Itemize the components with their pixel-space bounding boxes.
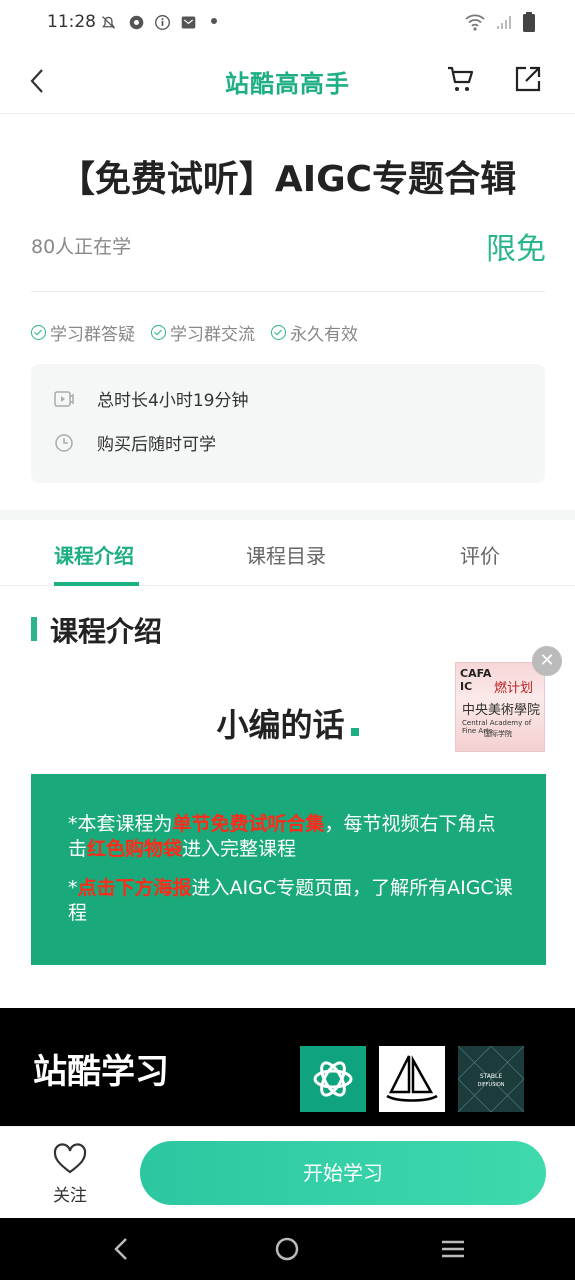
status-time: 11:28: [47, 12, 96, 32]
badge-fire-plan: 燃计划: [494, 681, 534, 696]
tab-reviews[interactable]: 评价: [460, 540, 500, 569]
banner-title: 站酷学习: [33, 1052, 169, 1092]
share-icon[interactable]: [513, 64, 543, 94]
check-circle-icon: [271, 325, 286, 340]
section-title: 课程介绍: [50, 615, 163, 648]
notification-off-icon: [102, 16, 115, 29]
openai-logo-icon: [300, 1046, 366, 1112]
cart-icon[interactable]: [446, 64, 476, 94]
feature-label: 永久有效: [290, 325, 358, 345]
app-circle-icon: [129, 15, 144, 30]
battery-icon: [523, 12, 535, 32]
feature-list: 学习群答疑 学习群交流 永久有效: [31, 320, 358, 345]
green-dot: [350, 728, 359, 736]
signal-icon: [497, 16, 511, 29]
nav-home-icon[interactable]: [272, 1234, 302, 1264]
stable-diffusion-logo-icon: STABLE DIFFUSION: [457, 1045, 525, 1113]
brand-title: 站酷高高手: [225, 70, 350, 98]
editor-heading-text: 小编的话: [216, 706, 345, 744]
feature-item: 学习群交流: [151, 320, 255, 345]
info-icon: [155, 15, 170, 30]
status-bar: 11:28: [0, 0, 575, 48]
section-gap: [0, 510, 575, 520]
badge-school: 中央美術學院: [462, 703, 541, 718]
app-header: 站酷高高手: [0, 48, 575, 114]
tab-bar: 课程介绍 课程目录 评价: [0, 520, 575, 586]
system-nav-bar: [0, 1218, 575, 1280]
follow-button[interactable]: 关注: [45, 1143, 95, 1206]
duration-row: 总时长4小时19分钟: [53, 386, 248, 411]
access-row: 购买后随时可学: [53, 430, 216, 455]
price-tag: 限免: [486, 232, 546, 267]
status-right: [465, 12, 535, 32]
nav-recents-icon[interactable]: [438, 1234, 468, 1264]
learner-count: 80人正在学: [31, 236, 132, 258]
midjourney-logo-icon: [379, 1046, 445, 1112]
svg-text:DIFFUSION: DIFFUSION: [477, 1082, 504, 1088]
check-circle-icon: [31, 325, 46, 340]
cafa-badge[interactable]: CAFA IC 燃计划 中央美術學院 Central Academy of Fin…: [455, 662, 545, 752]
notice-box: *本套课程为单节免费试听合集，每节视频右下角点击红色购物袋进入完整课程 *点击下…: [31, 774, 546, 965]
notice-paragraph-1: *本套课程为单节免费试听合集，每节视频右下角点击红色购物袋进入完整课程: [68, 813, 496, 860]
dot-icon: [211, 18, 217, 24]
duration-text: 总时长4小时19分钟: [97, 391, 249, 411]
divider: [31, 291, 545, 292]
close-badge-button[interactable]: ✕: [532, 646, 562, 676]
tab-indicator: [54, 582, 139, 586]
follow-label: 关注: [53, 1186, 87, 1206]
badge-intl: 国际学院: [484, 730, 512, 738]
mail-icon: [181, 16, 196, 29]
feature-label: 学习群交流: [170, 325, 255, 345]
nav-back-icon[interactable]: [107, 1234, 137, 1264]
notice-paragraph-2: *点击下方海报进入AIGC专题页面，了解所有AIGC课程: [68, 877, 513, 924]
feature-label: 学习群答疑: [50, 325, 135, 345]
bottom-action-bar: 关注 开始学习: [0, 1126, 575, 1218]
badge-cafa: CAFA IC: [460, 667, 492, 693]
feature-item: 永久有效: [271, 320, 358, 345]
start-learning-button[interactable]: 开始学习: [140, 1141, 546, 1205]
clock-icon: [55, 433, 73, 452]
tab-catalog[interactable]: 课程目录: [246, 540, 326, 569]
access-text: 购买后随时可学: [97, 435, 216, 455]
course-title: 【免费试听】AIGC专题合辑: [58, 159, 517, 200]
feature-item: 学习群答疑: [31, 320, 135, 345]
heart-icon: [53, 1143, 87, 1174]
tab-intro[interactable]: 课程介绍: [54, 540, 134, 569]
svg-text:STABLE: STABLE: [480, 1073, 503, 1080]
check-circle-icon: [151, 325, 166, 340]
video-icon: [54, 390, 74, 407]
promo-banner[interactable]: 站酷学习 STABLE DIFFUSION: [0, 1008, 575, 1126]
section-accent-bar: [31, 617, 37, 641]
wifi-icon: [465, 14, 485, 31]
course-info-box: 总时长4小时19分钟 购买后随时可学: [31, 364, 545, 483]
